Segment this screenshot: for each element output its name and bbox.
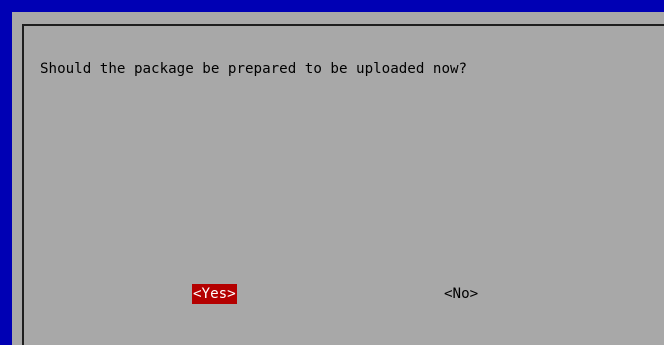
- screen-background-top: [0, 0, 664, 12]
- screen-background-left: [0, 0, 12, 345]
- dialog-window: Should the package be prepared to be upl…: [12, 12, 664, 345]
- yes-button[interactable]: <Yes>: [192, 284, 237, 304]
- dialog-message: Should the package be prepared to be upl…: [40, 61, 468, 77]
- no-button[interactable]: <No>: [444, 284, 478, 304]
